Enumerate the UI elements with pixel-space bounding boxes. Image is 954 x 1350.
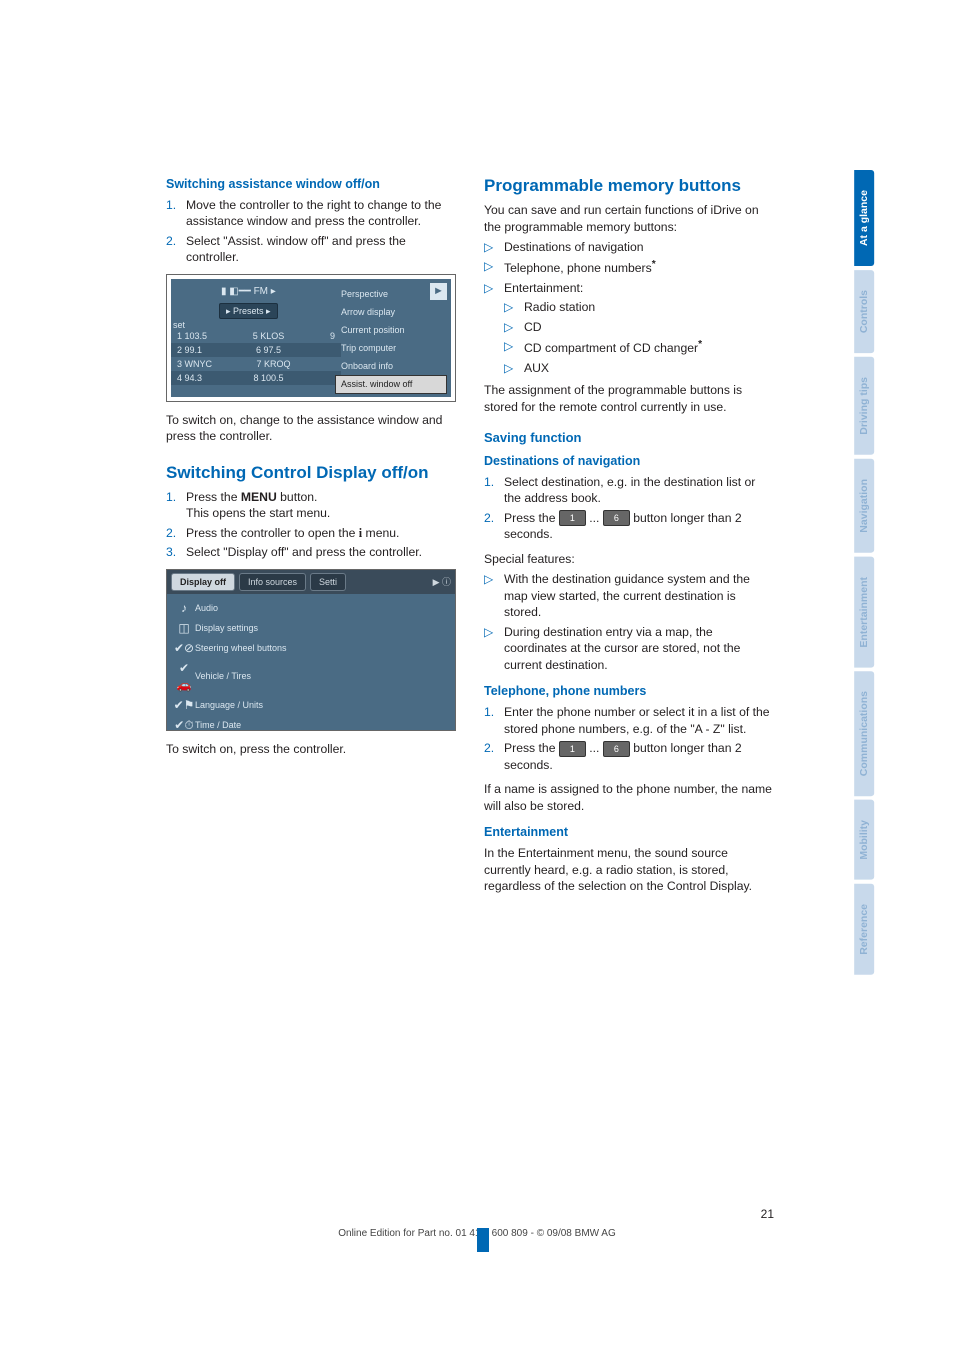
side-tab-at-a-glance[interactable]: At a glance <box>854 170 874 266</box>
menu-icon: ♪ <box>173 600 195 616</box>
assist-menu-item: Assist. window off <box>335 375 447 393</box>
step: 1.Select destination, e.g. in the destin… <box>484 474 774 507</box>
note-assignment: The assignment of the programmable butto… <box>484 382 774 415</box>
assist-menu-item: Trip computer <box>335 339 447 357</box>
heading-prog-mem: Programmable memory buttons <box>484 176 774 196</box>
fig2-menu-item: ✔⚑Language / Units <box>169 695 453 715</box>
fig2-tab: Setti <box>310 573 346 591</box>
list-item: ▷Entertainment: <box>484 280 774 296</box>
fig2-menu-item: ✔⏱Time / Date <box>169 715 453 735</box>
heading-switch-assist: Switching assistance window off/on <box>166 176 456 193</box>
intro-prog-mem: You can save and run certain functions o… <box>484 202 774 235</box>
step: 1.Enter the phone number or select it in… <box>484 704 774 737</box>
left-column: Switching assistance window off/on 1.Mov… <box>166 176 456 899</box>
step: 2.Press the 1 ... 6 button longer than 2… <box>484 740 774 773</box>
caption-switch-display: To switch on, press the controller. <box>166 741 456 757</box>
assist-menu-item: Onboard info <box>335 357 447 375</box>
fig1-band: ▮ ◧━━ FM ▸ <box>221 285 276 299</box>
step: 2.Press the controller to open the i men… <box>166 525 456 541</box>
heading-destinations: Destinations of navigation <box>484 453 774 470</box>
step: 2.Select "Assist. window off" and press … <box>166 233 456 266</box>
fig2-tab: Info sources <box>239 573 306 591</box>
fig1-presets: ▸ Presets ▸ <box>219 303 278 319</box>
menu-label: Vehicle / Tires <box>195 670 251 682</box>
list-item: ▷CD compartment of CD changer* <box>484 338 774 357</box>
list-item: ▷Radio station <box>484 299 774 315</box>
step: 2.Press the 1 ... 6 button longer than 2… <box>484 510 774 543</box>
list-special-features: ▷With the destination guidance system an… <box>484 571 774 673</box>
preset-row: 4 94.38 100.5 <box>171 371 341 385</box>
fig2-menu-item: ♪Audio <box>169 598 453 618</box>
list-item: ▷AUX <box>484 360 774 376</box>
list-item: ▷Telephone, phone numbers* <box>484 258 774 277</box>
side-tab-driving-tips[interactable]: Driving tips <box>854 357 874 455</box>
menu-icon: ◫ <box>173 620 195 636</box>
menu-label: Time / Date <box>195 719 241 731</box>
step: 3.Select "Display off" and press the con… <box>166 544 456 560</box>
figure-display-off-menu: Display offInfo sourcesSetti▶ ⓘ ♪Audio◫D… <box>166 569 456 731</box>
preset-row: 1 103.55 KLOS9 <box>171 329 341 343</box>
list-item: ▷CD <box>484 319 774 335</box>
list-item: ▷During destination entry via a map, the… <box>484 624 774 673</box>
steps-switch-assist: 1.Move the controller to the right to ch… <box>166 197 456 266</box>
list-prog-mem: ▷Destinations of navigation ▷Telephone, p… <box>484 239 774 376</box>
side-tab-entertainment[interactable]: Entertainment <box>854 557 874 668</box>
side-tab-controls[interactable]: Controls <box>854 270 874 353</box>
menu-label: Language / Units <box>195 699 263 711</box>
footer-blue-marker <box>477 1228 489 1252</box>
body-entertainment: In the Entertainment menu, the sound sou… <box>484 845 774 894</box>
fig2-menu-item: ◫Display settings <box>169 618 453 638</box>
page-number: 21 <box>761 1206 774 1222</box>
side-tab-reference[interactable]: Reference <box>854 884 874 975</box>
menu-label: Display settings <box>195 622 258 634</box>
note-telephone: If a name is assigned to the phone numbe… <box>484 781 774 814</box>
steps-destinations: 1.Select destination, e.g. in the destin… <box>484 474 774 543</box>
steps-telephone: 1.Enter the phone number or select it in… <box>484 704 774 773</box>
menu-label: Audio <box>195 602 218 614</box>
preset-row: 3 WNYC7 KROQ <box>171 357 341 371</box>
steps-switch-display: 1.Press the MENU button.This opens the s… <box>166 489 456 561</box>
menu-icon: ✔⚑ <box>173 697 195 713</box>
heading-saving-function: Saving function <box>484 429 774 447</box>
heading-entertainment: Entertainment <box>484 824 774 841</box>
special-features-label: Special features: <box>484 551 774 567</box>
menu-icon: ✔⏱ <box>173 717 195 733</box>
side-tab-communications[interactable]: Communications <box>854 671 874 796</box>
heading-telephone: Telephone, phone numbers <box>484 683 774 700</box>
right-column: Programmable memory buttons You can save… <box>484 176 774 899</box>
chevron-right-icon: ▶ ⓘ <box>433 576 451 588</box>
assist-menu-item: Current position <box>335 321 447 339</box>
list-item: ▷Destinations of navigation <box>484 239 774 255</box>
figure-radio-assist: ► ▮ ◧━━ FM ▸ ▸ Presets ▸ set 1 103.55 KL… <box>166 274 456 402</box>
caption-switch-assist: To switch on, change to the assistance w… <box>166 412 456 445</box>
side-tabs: At a glance Controls Driving tips Navigatio… <box>854 170 874 979</box>
step: 1.Move the controller to the right to ch… <box>166 197 456 230</box>
assist-menu-item: Arrow display <box>335 303 447 321</box>
fig2-menu-item: ✔⊘Steering wheel buttons <box>169 638 453 658</box>
assist-menu-item: Perspective <box>335 285 447 303</box>
menu-label: Steering wheel buttons <box>195 642 287 654</box>
side-tab-navigation[interactable]: Navigation <box>854 459 874 553</box>
list-item: ▷With the destination guidance system an… <box>484 571 774 620</box>
heading-switch-display: Switching Control Display off/on <box>166 463 456 483</box>
step: 1.Press the MENU button.This opens the s… <box>166 489 456 522</box>
fig2-menu-item: ✔🚗Vehicle / Tires <box>169 658 453 694</box>
fig2-tab: Display off <box>171 573 235 591</box>
side-tab-mobility[interactable]: Mobility <box>854 800 874 880</box>
menu-icon: ✔🚗 <box>173 660 195 692</box>
menu-icon: ✔⊘ <box>173 640 195 656</box>
page: At a glance Controls Driving tips Navigatio… <box>0 0 954 1350</box>
preset-row: 2 99.16 97.5 <box>171 343 341 357</box>
